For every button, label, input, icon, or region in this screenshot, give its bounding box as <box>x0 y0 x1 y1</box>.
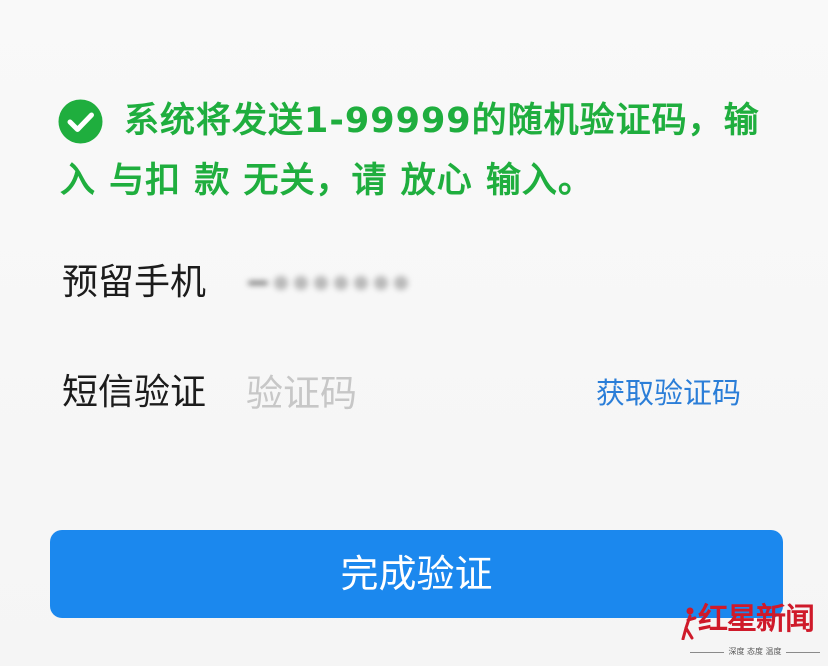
get-verification-code-link[interactable]: 获取验证码 <box>596 374 741 412</box>
tagline-divider-right <box>785 651 820 653</box>
sms-verification-label: 短信验证 <box>62 372 207 413</box>
tagline-divider-left <box>690 651 725 653</box>
reserved-phone-value-blurred <box>248 270 428 296</box>
watermark-figure-icon <box>680 606 698 640</box>
watermark-logo-text: 红星新闻 <box>698 602 815 637</box>
reserved-phone-label: 预留手机 <box>62 262 207 303</box>
verification-screen: 系统将发送1-99999的随机验证码，输 入 与扣 款 无关，请 放心 输入。 … <box>0 0 828 666</box>
watermark-tagline: 深度 态度 温度 <box>728 647 782 656</box>
watermark-logo: 红星新闻 深度 态度 温度 <box>676 596 824 664</box>
watermark-tagline-row: 深度 态度 温度 <box>690 646 820 658</box>
check-circle-icon <box>58 99 103 144</box>
verification-code-input[interactable] <box>246 366 566 420</box>
complete-verification-button[interactable]: 完成验证 <box>50 530 783 618</box>
notice-text-line-1: 系统将发送1-99999的随机验证码，输 <box>124 101 760 141</box>
notice-text-line-2: 入 与扣 款 无关，请 放心 输入。 <box>60 161 594 201</box>
